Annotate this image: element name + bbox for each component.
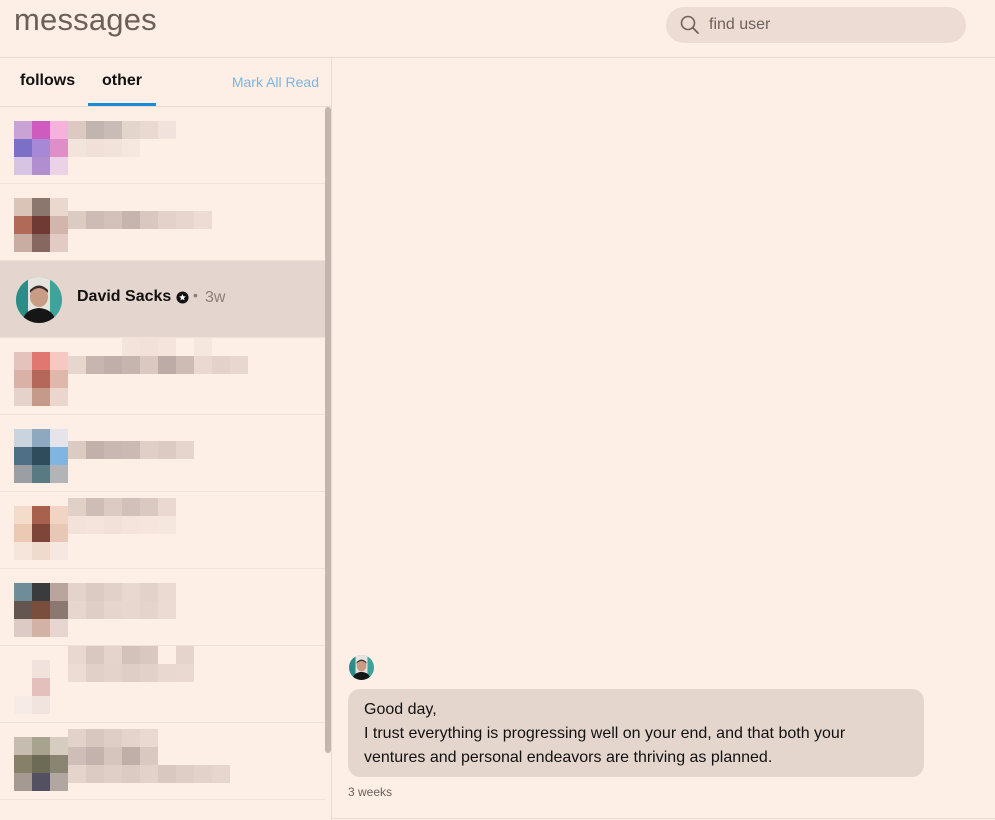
conversation-item[interactable] — [0, 723, 325, 800]
tab-bar: follows other Mark All Read — [0, 58, 331, 107]
mark-all-read-link[interactable]: Mark All Read — [232, 74, 319, 90]
conversation-item[interactable] — [0, 184, 325, 261]
active-tab-indicator — [88, 103, 156, 106]
tab-follows[interactable]: follows — [20, 72, 75, 90]
conversation-item-david-sacks[interactable]: David Sacks • 3w — [0, 261, 325, 338]
message-timestamp: 3 weeks — [348, 785, 393, 799]
conversation-list: David Sacks • 3w — [0, 107, 325, 800]
message-line: Good day, — [364, 701, 437, 718]
message-bubble: Good day, I trust everything is progress… — [348, 689, 924, 777]
conversation-item[interactable] — [0, 492, 325, 569]
person-photo — [349, 655, 374, 680]
conversation-pane: follows other Mark All Read David Sacks … — [0, 58, 332, 820]
verified-badge-icon — [176, 291, 189, 304]
separator-dot: • — [193, 287, 198, 303]
search-box[interactable] — [666, 7, 966, 43]
timestamp: 3w — [205, 289, 226, 306]
tab-other[interactable]: other — [102, 72, 142, 90]
avatar — [16, 277, 62, 323]
conversation-item[interactable] — [0, 569, 325, 646]
conversation-item[interactable] — [0, 107, 325, 184]
message-line: ventures and personal endeavors are thri… — [364, 749, 773, 766]
conversation-list-scrollbar[interactable] — [325, 107, 331, 753]
search-input[interactable] — [709, 7, 949, 43]
search-icon — [680, 15, 699, 34]
conversation-item[interactable] — [0, 646, 325, 723]
conversation-item[interactable] — [0, 415, 325, 492]
person-photo — [16, 277, 62, 323]
conversation-item[interactable] — [0, 338, 325, 415]
divider — [331, 818, 995, 819]
message-line: I trust everything is progressing well o… — [364, 725, 846, 742]
avatar — [349, 655, 374, 680]
header: messages — [0, 0, 995, 58]
page-title: messages — [14, 2, 157, 37]
contact-name: David Sacks — [77, 288, 172, 305]
